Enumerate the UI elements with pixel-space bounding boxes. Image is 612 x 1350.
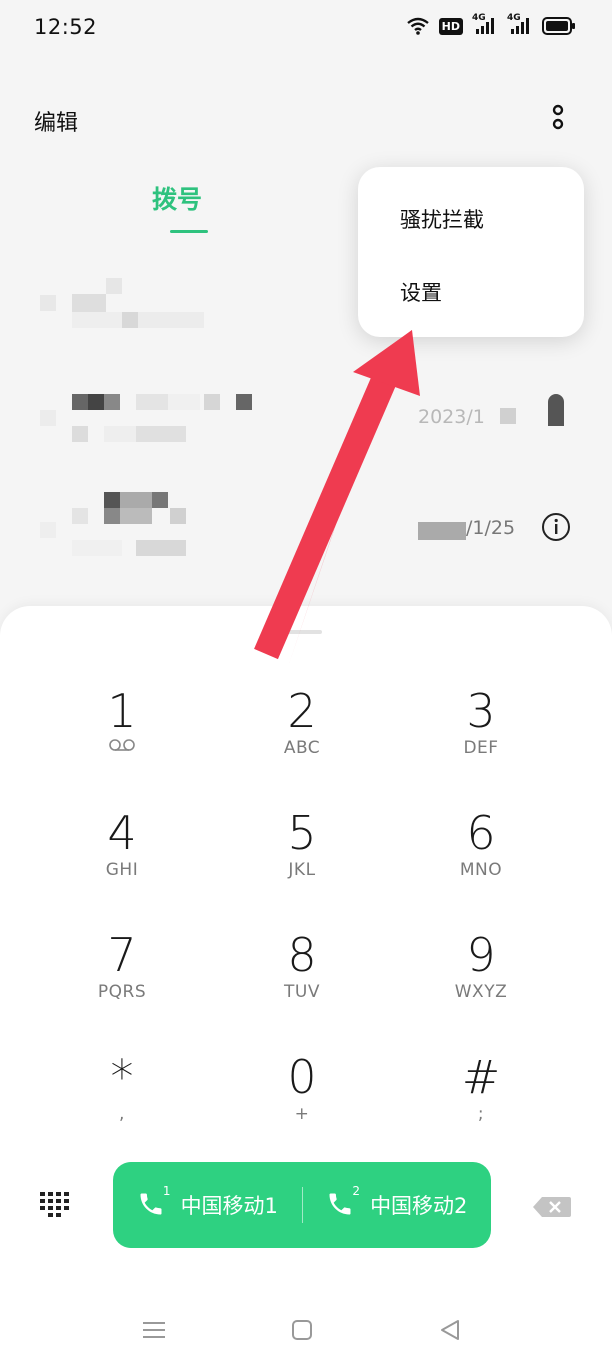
voicemail-icon: [109, 739, 135, 751]
key-7[interactable]: 7 PQRS: [62, 928, 182, 1028]
key-4[interactable]: 4 GHI: [62, 806, 182, 906]
sim1-label: 中国移动1: [180, 1194, 278, 1218]
status-icons: HD 4G 4G: [406, 13, 576, 36]
overflow-menu: 骚扰拦截 设置: [358, 167, 584, 337]
drag-handle[interactable]: [286, 630, 322, 634]
home-icon[interactable]: [290, 1318, 314, 1342]
call-log-row[interactable]: /1/25: [0, 480, 612, 580]
key-3[interactable]: 3 DEF: [421, 684, 541, 784]
sim1-number: 1: [162, 1184, 171, 1198]
hd-icon: HD: [438, 17, 463, 35]
menu-icon[interactable]: [141, 1318, 167, 1342]
signal-icon: 4G: [472, 13, 498, 36]
call-log-date: 2023/1: [418, 406, 485, 428]
call-sim2-button[interactable]: 2 中国移动2: [303, 1162, 492, 1248]
dialpad-grid-icon[interactable]: [38, 1189, 70, 1221]
dialpad-panel: 1 2 ABC 3 DEF 4 GHI 5 JKL 6 MNO 7 PQRS 8…: [0, 606, 612, 1350]
back-icon[interactable]: [438, 1318, 462, 1342]
key-9[interactable]: 9 WXYZ: [421, 928, 541, 1028]
menu-item-spam-block[interactable]: 骚扰拦截: [400, 204, 484, 234]
tab-indicator: [170, 230, 208, 233]
backspace-icon[interactable]: [532, 1196, 572, 1218]
key-1[interactable]: 1: [62, 684, 182, 784]
key-6[interactable]: 6 MNO: [421, 806, 541, 906]
phone-icon: 2: [326, 1184, 360, 1220]
wifi-icon: [406, 17, 429, 35]
more-icon[interactable]: [538, 98, 578, 138]
status-bar: 12:52 HD 4G 4G: [0, 0, 612, 56]
key-star[interactable]: * ,: [62, 1050, 182, 1150]
key-hash[interactable]: # ;: [421, 1050, 541, 1150]
call-log-row[interactable]: 2023/1: [0, 380, 612, 480]
call-sim1-button[interactable]: 1 中国移动1: [113, 1162, 302, 1248]
menu-item-settings[interactable]: 设置: [400, 277, 442, 307]
edit-button[interactable]: 编辑: [34, 105, 78, 137]
key-0[interactable]: 0 +: [242, 1050, 362, 1150]
key-5[interactable]: 5 JKL: [242, 806, 362, 906]
battery-icon: [542, 17, 575, 35]
status-time: 12:52: [34, 15, 98, 39]
sim2-number: 2: [352, 1184, 361, 1198]
call-log-date: /1/25: [466, 517, 516, 539]
signal-icon-2: 4G: [507, 13, 533, 36]
info-icon[interactable]: [540, 511, 572, 543]
key-8[interactable]: 8 TUV: [242, 928, 362, 1028]
sim2-label: 中国移动2: [370, 1194, 468, 1218]
phone-icon: 1: [137, 1184, 171, 1220]
call-button-bar: 1 中国移动1 2 中国移动2: [113, 1162, 491, 1248]
navigation-bar: [0, 1318, 612, 1350]
key-2[interactable]: 2 ABC: [242, 684, 362, 784]
tab-dial[interactable]: 拨号: [152, 180, 202, 216]
